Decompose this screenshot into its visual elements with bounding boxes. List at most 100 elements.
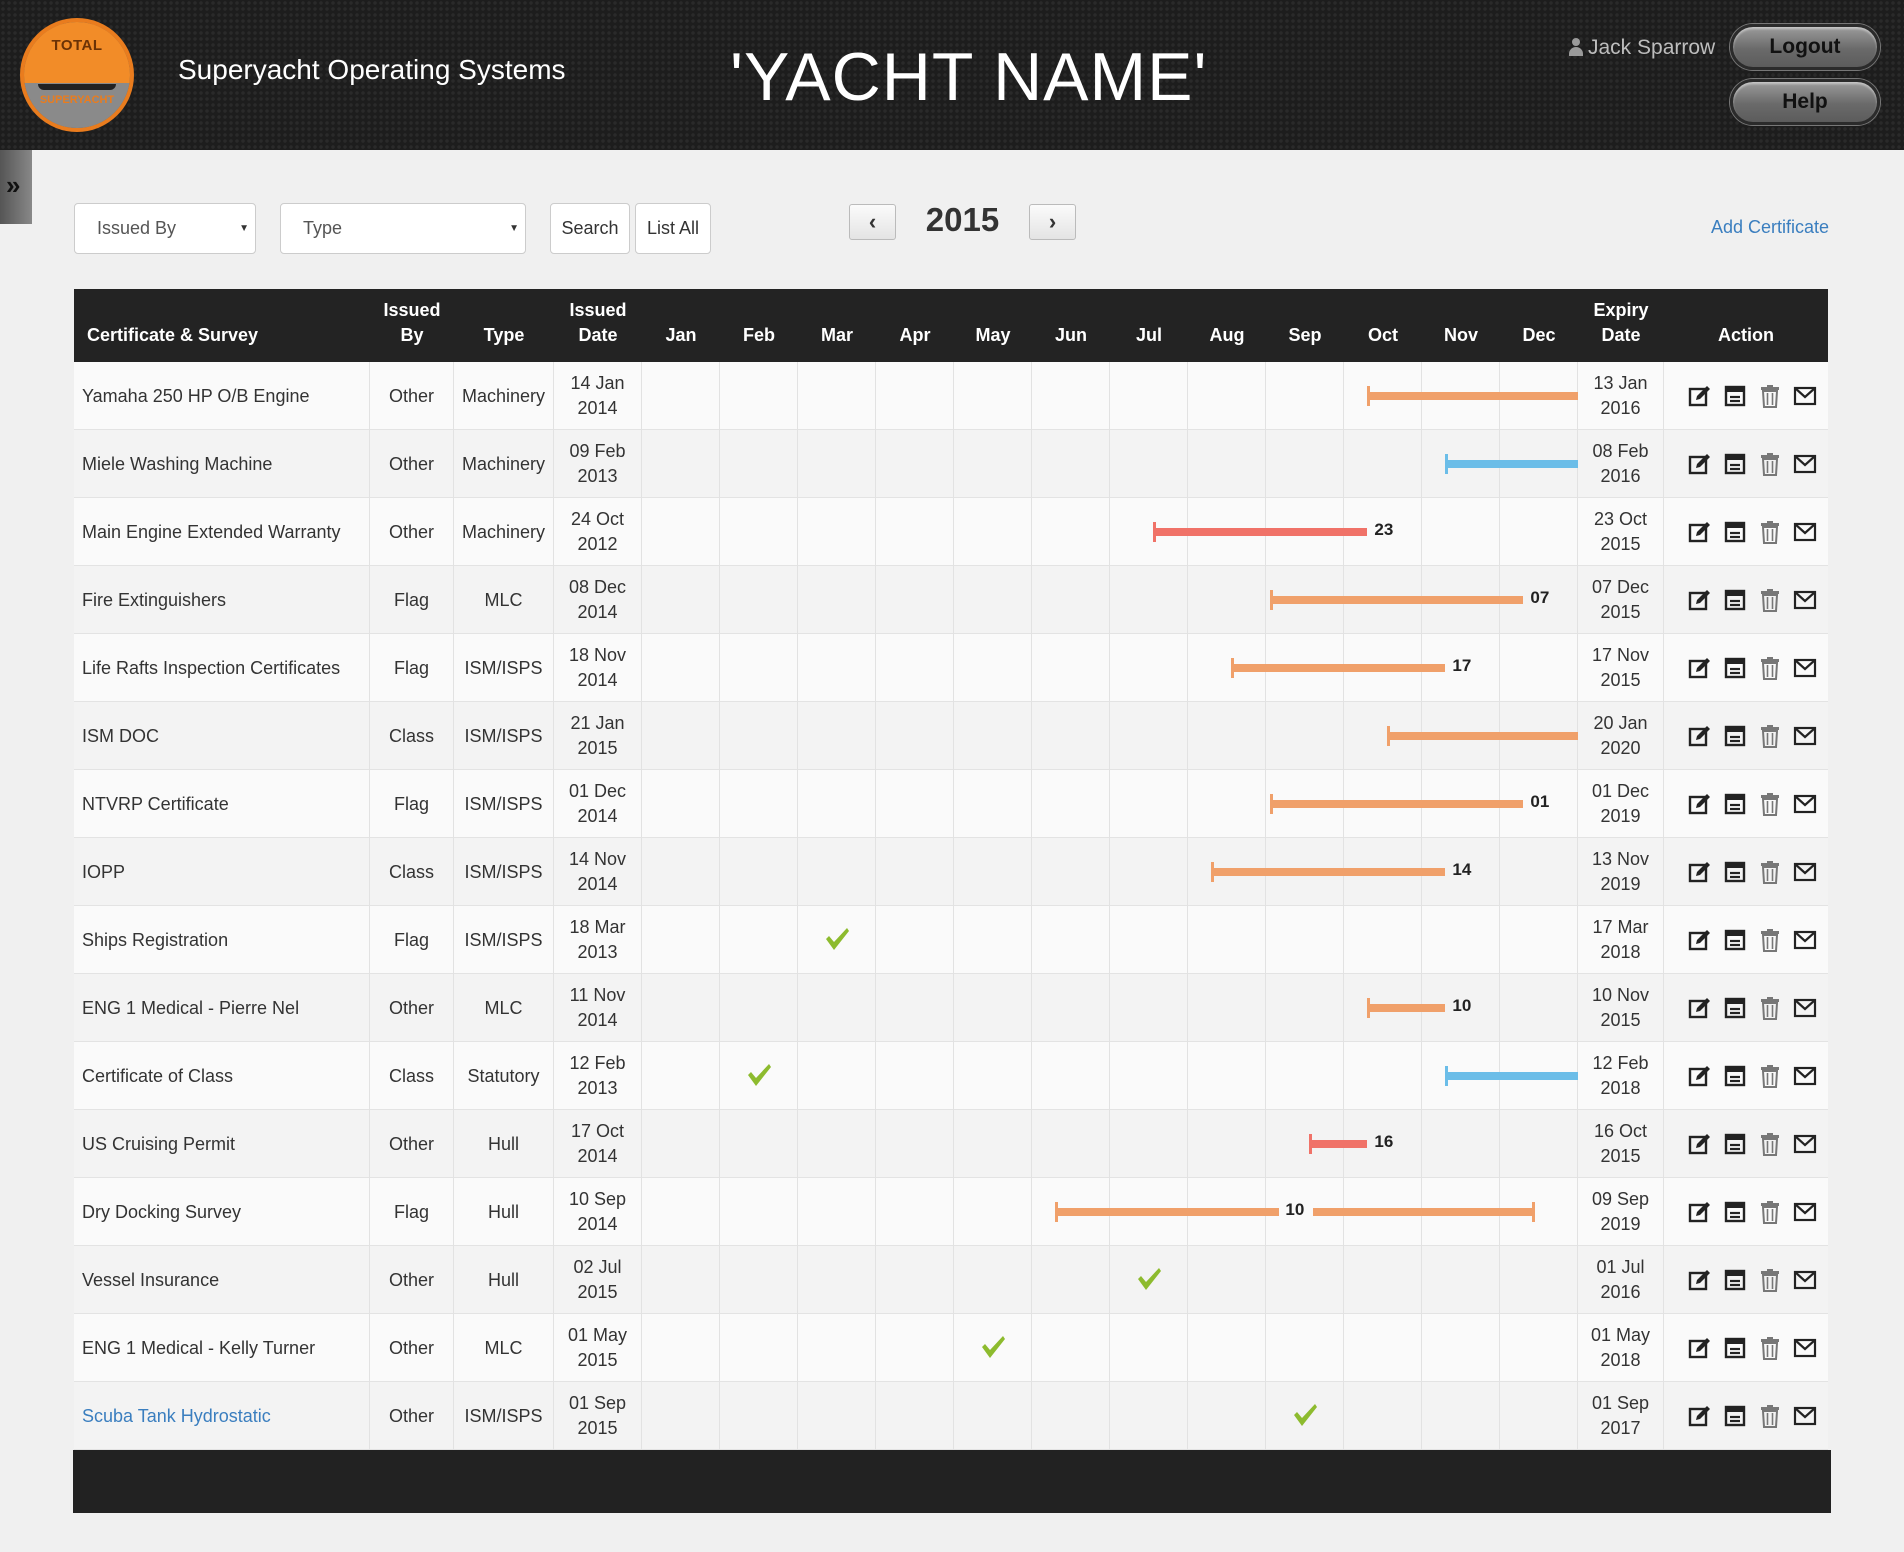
certificate-name[interactable]: Scuba Tank Hydrostatic <box>74 1382 370 1450</box>
brand-logo[interactable]: TOTAL SUPERYACHT <box>20 18 134 132</box>
month-cell <box>1188 770 1266 838</box>
edit-icon[interactable] <box>1688 384 1713 409</box>
mail-icon[interactable] <box>1793 1336 1818 1361</box>
archive-icon[interactable] <box>1723 656 1748 681</box>
archive-icon[interactable] <box>1723 1132 1748 1157</box>
archive-icon[interactable] <box>1723 452 1748 477</box>
trash-icon[interactable] <box>1758 928 1783 953</box>
trash-icon[interactable] <box>1758 520 1783 545</box>
table-row: Ships Registration Flag ISM/ISPS 18 Mar 2013… <box>74 906 1828 974</box>
mail-icon[interactable] <box>1793 724 1818 749</box>
edit-icon[interactable] <box>1688 792 1713 817</box>
mail-icon[interactable] <box>1793 860 1818 885</box>
mail-icon[interactable] <box>1793 520 1818 545</box>
trash-icon[interactable] <box>1758 1336 1783 1361</box>
edit-icon[interactable] <box>1688 724 1713 749</box>
edit-icon[interactable] <box>1688 588 1713 613</box>
trash-icon[interactable] <box>1758 860 1783 885</box>
add-certificate-link[interactable]: Add Certificate <box>1711 217 1829 238</box>
header-month-jan: Jan <box>665 325 697 345</box>
month-cell <box>642 566 720 634</box>
expiry-date-cell: 01 Dec 2019 <box>1578 770 1664 838</box>
archive-icon[interactable] <box>1723 1064 1748 1089</box>
mail-icon[interactable] <box>1793 1268 1818 1293</box>
next-year-button[interactable]: › <box>1029 204 1076 240</box>
archive-icon[interactable] <box>1723 520 1748 545</box>
help-button[interactable]: Help <box>1730 79 1880 125</box>
archive-icon[interactable] <box>1723 384 1748 409</box>
edit-icon[interactable] <box>1688 1404 1713 1429</box>
archive-icon[interactable] <box>1723 928 1748 953</box>
edit-icon[interactable] <box>1688 928 1713 953</box>
trash-icon[interactable] <box>1758 1200 1783 1225</box>
logo-bottom-text: SUPERYACHT <box>39 94 115 106</box>
issued-by-cell: Flag <box>370 906 454 974</box>
archive-icon[interactable] <box>1723 1336 1748 1361</box>
edit-icon[interactable] <box>1688 656 1713 681</box>
edit-icon[interactable] <box>1688 1132 1713 1157</box>
mail-icon[interactable] <box>1793 928 1818 953</box>
edit-icon[interactable] <box>1688 1064 1713 1089</box>
trash-icon[interactable] <box>1758 656 1783 681</box>
edit-icon[interactable] <box>1688 1200 1713 1225</box>
month-cell <box>876 974 954 1042</box>
month-cell <box>798 1314 876 1382</box>
edit-icon[interactable] <box>1688 1336 1713 1361</box>
month-cell <box>798 1246 876 1314</box>
row-actions <box>1664 906 1828 974</box>
sidebar-toggle-button[interactable]: » <box>0 150 32 224</box>
trash-icon[interactable] <box>1758 384 1783 409</box>
archive-icon[interactable] <box>1723 792 1748 817</box>
mail-icon[interactable] <box>1793 996 1818 1021</box>
previous-year-button[interactable]: ‹ <box>849 204 896 240</box>
month-cell <box>1188 1042 1266 1110</box>
edit-icon[interactable] <box>1688 520 1713 545</box>
archive-icon[interactable] <box>1723 996 1748 1021</box>
user-info[interactable]: Jack Sparrow <box>1568 36 1715 60</box>
mail-icon[interactable] <box>1793 588 1818 613</box>
type-cell: ISM/ISPS <box>454 634 554 702</box>
type-select[interactable]: Type ▼ <box>280 203 526 254</box>
archive-icon[interactable] <box>1723 1200 1748 1225</box>
header-issued-by: Issued By <box>383 300 441 345</box>
mail-icon[interactable] <box>1793 1404 1818 1429</box>
trash-icon[interactable] <box>1758 1268 1783 1293</box>
mail-icon[interactable] <box>1793 656 1818 681</box>
archive-icon[interactable] <box>1723 860 1748 885</box>
logout-button[interactable]: Logout <box>1730 24 1880 70</box>
trash-icon[interactable] <box>1758 588 1783 613</box>
mail-icon[interactable] <box>1793 1064 1818 1089</box>
archive-icon[interactable] <box>1723 588 1748 613</box>
double-chevron-right-icon: » <box>6 170 21 200</box>
trash-icon[interactable] <box>1758 1132 1783 1157</box>
issued-by-cell: Class <box>370 1042 454 1110</box>
issued-by-select[interactable]: Issued By ▼ <box>74 203 256 254</box>
trash-icon[interactable] <box>1758 1064 1783 1089</box>
archive-icon[interactable] <box>1723 1404 1748 1429</box>
trash-icon[interactable] <box>1758 452 1783 477</box>
mail-icon[interactable] <box>1793 384 1818 409</box>
archive-icon[interactable] <box>1723 724 1748 749</box>
archive-icon[interactable] <box>1723 1268 1748 1293</box>
edit-icon[interactable] <box>1688 1268 1713 1293</box>
month-cell <box>876 1178 954 1246</box>
list-all-button[interactable]: List All <box>635 203 711 254</box>
trash-icon[interactable] <box>1758 1404 1783 1429</box>
edit-icon[interactable] <box>1688 452 1713 477</box>
days-remaining-label: 10 <box>1452 996 1472 1015</box>
trash-icon[interactable] <box>1758 792 1783 817</box>
trash-icon[interactable] <box>1758 996 1783 1021</box>
mail-icon[interactable] <box>1793 1200 1818 1225</box>
month-cell <box>1422 1110 1500 1178</box>
edit-icon[interactable] <box>1688 996 1713 1021</box>
header-month-jun: Jun <box>1054 325 1087 345</box>
month-cell <box>798 1110 876 1178</box>
edit-icon[interactable] <box>1688 860 1713 885</box>
trash-icon[interactable] <box>1758 724 1783 749</box>
month-cell <box>954 362 1032 430</box>
mail-icon[interactable] <box>1793 792 1818 817</box>
mail-icon[interactable] <box>1793 1132 1818 1157</box>
mail-icon[interactable] <box>1793 452 1818 477</box>
search-button[interactable]: Search <box>550 203 630 254</box>
month-cell <box>954 974 1032 1042</box>
